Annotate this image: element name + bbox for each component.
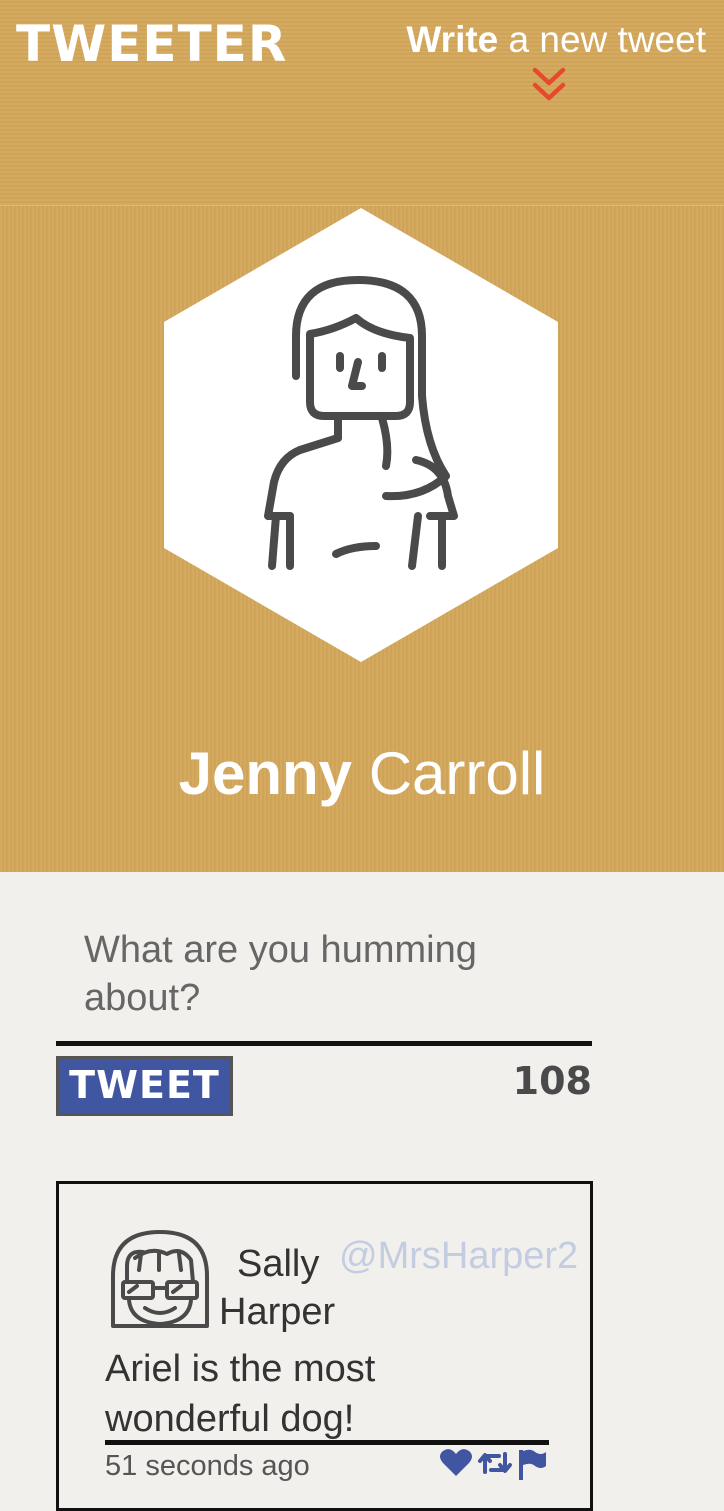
tweet-composer-input[interactable] <box>56 920 592 1046</box>
tweet-author-name: Sally Harper <box>219 1240 349 1336</box>
tweet-text: Ariel is the most wonderful dog! <box>105 1348 376 1440</box>
tweet-author-handle[interactable]: @MrsHarper2 <box>339 1232 578 1280</box>
last-name: Carroll <box>352 740 546 807</box>
tweet-timestamp: 51 seconds ago <box>105 1450 310 1482</box>
first-name: Jenny <box>178 740 353 807</box>
heart-icon[interactable] <box>439 1448 473 1478</box>
tweet-author-last: Harper <box>219 1291 336 1333</box>
girl-with-glasses-avatar-icon <box>111 1230 209 1328</box>
retweet-icon[interactable] <box>477 1448 513 1478</box>
compose-link-rest: a new tweet <box>498 19 706 60</box>
top-nav: TWEETER Write a new tweet <box>0 0 724 206</box>
compose-link-bold: Write <box>406 19 499 60</box>
write-new-tweet-link[interactable]: Write a new tweet <box>406 18 706 62</box>
tweet-card: Sally Harper @MrsHarper2 Ariel is the mo… <box>56 1181 593 1511</box>
flag-icon[interactable] <box>517 1448 547 1480</box>
profile-header: Jenny Carroll <box>0 206 724 872</box>
tweet-author-first: Sally <box>237 1243 320 1285</box>
double-chevron-down-icon[interactable] <box>530 66 568 106</box>
profile-name: Jenny Carroll <box>0 734 724 814</box>
profile-avatar <box>164 208 558 662</box>
tweet-divider <box>105 1440 549 1445</box>
tweet-actions <box>439 1446 549 1482</box>
character-counter: 108 <box>512 1059 592 1103</box>
tweet-button[interactable]: TWEET <box>56 1056 233 1116</box>
app-logo[interactable]: TWEETER <box>16 16 287 72</box>
